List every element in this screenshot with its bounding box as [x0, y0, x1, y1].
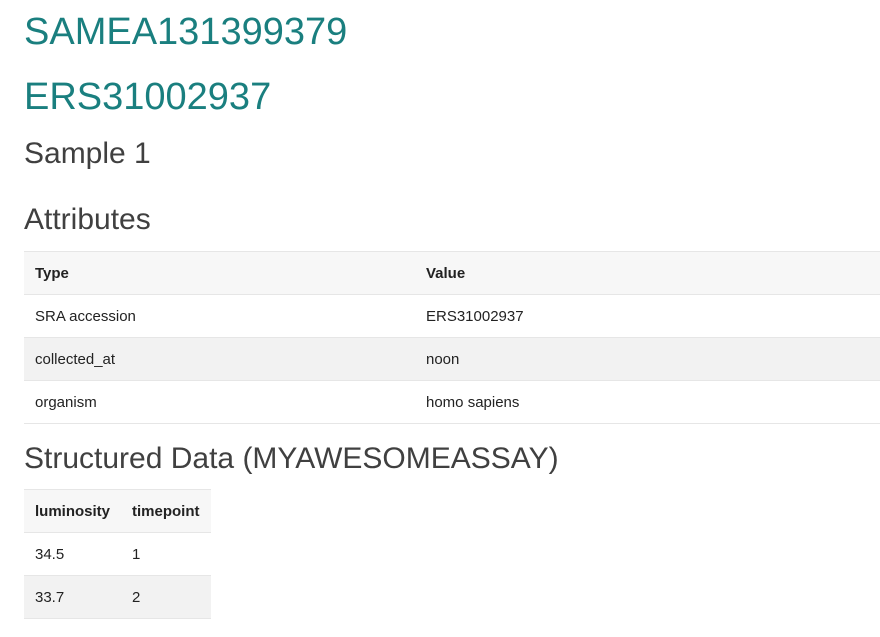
attribute-type-cell: organism — [24, 380, 415, 424]
table-row: 34.5 1 — [24, 532, 211, 576]
attributes-heading: Attributes — [24, 203, 151, 236]
timepoint-cell: 2 — [121, 575, 211, 619]
sample-name: Sample 1 — [24, 137, 151, 170]
table-row: organism homo sapiens — [24, 380, 880, 424]
luminosity-cell: 34.5 — [24, 532, 122, 576]
luminosity-cell: 33.7 — [24, 575, 122, 619]
column-header-value: Value — [415, 251, 880, 295]
sra-accession-title: ERS31002937 — [24, 76, 272, 118]
structured-data-heading: Structured Data (MYAWESOMEASSAY) — [24, 442, 559, 475]
structured-header-row: luminosity timepoint — [24, 489, 211, 533]
attributes-table: Type Value SRA accession ERS31002937 col… — [24, 251, 880, 424]
timepoint-cell: 1 — [121, 532, 211, 576]
column-header-luminosity: luminosity — [24, 489, 122, 533]
table-row: SRA accession ERS31002937 — [24, 294, 880, 338]
attribute-type-cell: SRA accession — [24, 294, 415, 338]
attribute-value-cell: homo sapiens — [415, 380, 880, 424]
attribute-value-cell: noon — [415, 337, 880, 381]
attribute-value-cell: ERS31002937 — [415, 294, 880, 338]
sample-accession-title: SAMEA131399379 — [24, 11, 348, 53]
structured-data-table: luminosity timepoint 34.5 1 33.7 2 — [24, 489, 211, 619]
table-row: 33.7 2 — [24, 575, 211, 619]
attributes-header-row: Type Value — [24, 251, 880, 295]
column-header-type: Type — [24, 251, 415, 295]
attribute-type-cell: collected_at — [24, 337, 415, 381]
table-row: collected_at noon — [24, 337, 880, 381]
column-header-timepoint: timepoint — [121, 489, 211, 533]
